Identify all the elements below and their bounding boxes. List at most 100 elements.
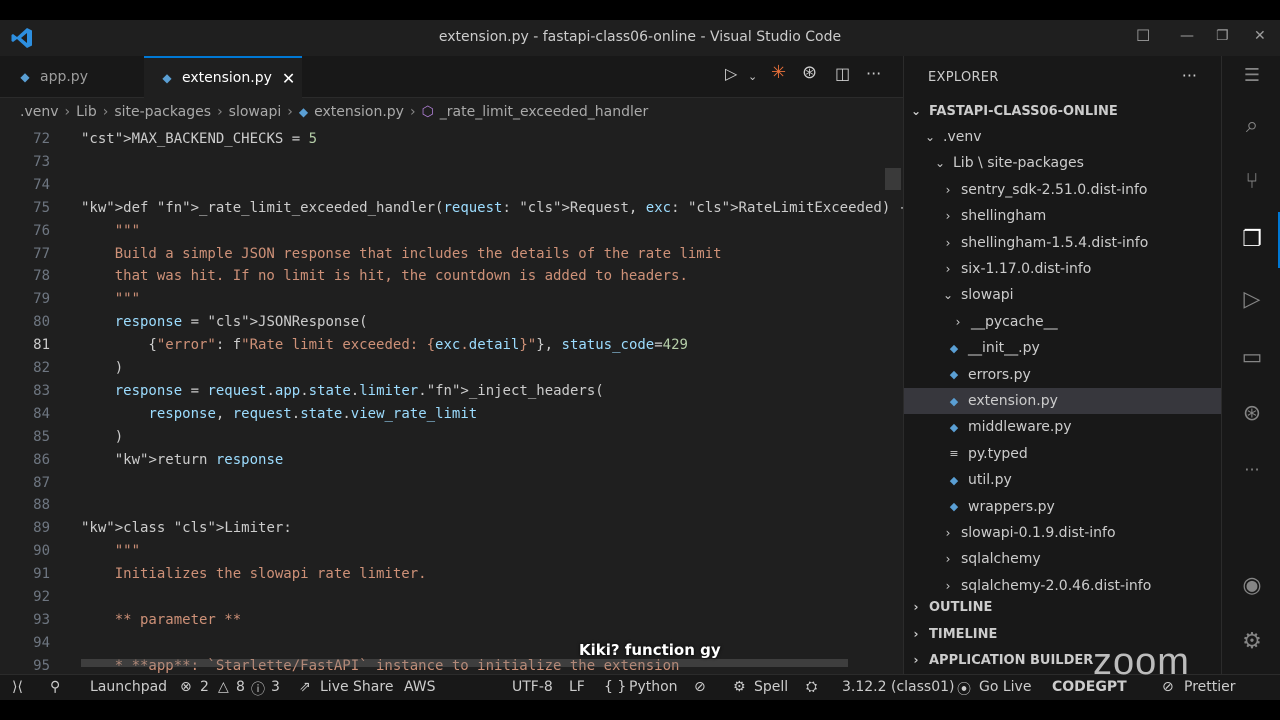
warning-icon[interactable]: △ (218, 679, 229, 695)
code-line[interactable]: 75 "kw">def "fn">_rate_limit_exceeded_han… (0, 197, 903, 219)
tree-folder[interactable]: ⌄ Lib \ site-packages (904, 150, 1221, 176)
code-line[interactable]: 82 ) (0, 357, 885, 379)
code-line[interactable]: 72 "cst">MAX_BACKEND_CHECKS = 5 (0, 128, 885, 150)
function-symbol-icon: ⬡ (421, 104, 434, 120)
source-control-icon[interactable]: ⑂ (1238, 168, 1266, 196)
section-outline[interactable]: › OUTLINE (904, 594, 1221, 620)
code-line[interactable]: 90 """ (0, 540, 885, 562)
explorer-more-icon[interactable]: ··· (1182, 66, 1197, 85)
aws-label[interactable]: AWS (404, 679, 436, 695)
info-count[interactable]: 3 (271, 679, 280, 695)
error-count[interactable]: 2 (200, 679, 209, 695)
horizontal-scrollbar[interactable] (81, 659, 848, 667)
more-actions-icon[interactable]: ··· (866, 64, 881, 83)
go-live-icon[interactable]: ⦿ (957, 679, 971, 699)
code-line[interactable]: 83 response = request.app.state.limiter.… (0, 380, 885, 402)
code-line[interactable]: 92 (0, 586, 885, 608)
breadcrumb-item[interactable]: Lib (76, 104, 97, 120)
code-line[interactable]: 77 Build a simple JSON response that inc… (0, 243, 885, 265)
tree-folder[interactable]: › sqlalchemy (904, 546, 1221, 572)
code-line[interactable]: 73 (0, 151, 885, 173)
code-line[interactable]: 74 (0, 174, 885, 196)
live-share-label[interactable]: Live Share (320, 679, 393, 695)
tree-folder[interactable]: › shellingham (904, 203, 1221, 229)
openai-icon[interactable]: ⊛ (802, 62, 817, 83)
run-icon[interactable]: ▷ (725, 64, 737, 83)
breadcrumb-item[interactable]: site-packages (114, 104, 211, 120)
go-live-label[interactable]: Go Live (979, 679, 1031, 695)
spell-label[interactable]: Spell (754, 679, 788, 695)
tree-file[interactable]: ◆ __init__.py (904, 335, 1221, 361)
language-label[interactable]: Python (629, 679, 678, 695)
tree-file[interactable]: ◆ util.py (904, 467, 1221, 493)
workspace-root[interactable]: ⌄ FASTAPI-CLASS06-ONLINE (904, 98, 1221, 124)
close-tab-icon[interactable]: ✕ (282, 69, 295, 88)
eol-label[interactable]: LF (569, 679, 585, 695)
breadcrumb-item[interactable]: slowapi (229, 104, 282, 120)
code-line[interactable]: 78 that was hit. If no limit is hit, the… (0, 265, 885, 287)
chatgpt-icon[interactable]: ⊛ (1238, 400, 1266, 428)
code-line[interactable]: 80 response = "cls">JSONResponse( (0, 311, 885, 333)
breadcrumb-item[interactable]: extension.py (314, 104, 404, 120)
code-line[interactable]: 87 (0, 472, 885, 494)
tree-folder[interactable]: › slowapi-0.1.9.dist-info (904, 520, 1221, 546)
code-line[interactable]: 88 (0, 494, 885, 516)
info-icon[interactable]: ⓘ (251, 679, 265, 699)
settings-gear-icon[interactable]: ⚙ (1238, 628, 1266, 656)
code-line[interactable]: 89 "kw">class "cls">Limiter: (0, 517, 885, 539)
split-editor-icon[interactable]: ◫ (835, 64, 850, 83)
code-line[interactable]: 76 """ (0, 220, 885, 242)
run-dropdown-chevron-icon[interactable]: ⌄ (748, 70, 757, 83)
tree-file[interactable]: ◆ errors.py (904, 362, 1221, 388)
scrollbar-thumb[interactable] (885, 168, 901, 190)
close-window-icon[interactable]: ✕ (1254, 28, 1266, 44)
remote-indicator-icon[interactable]: ⟩⟨ (12, 679, 23, 695)
code-line[interactable]: 94 (0, 632, 885, 654)
code-line[interactable]: 91 Initializes the slowapi rate limiter. (0, 563, 885, 585)
code-line[interactable]: 79 """ (0, 288, 885, 310)
code-line[interactable]: 93 ** parameter ** (0, 609, 885, 631)
tree-file[interactable]: ≡ py.typed (904, 441, 1221, 467)
minimize-icon[interactable]: — (1180, 28, 1194, 44)
explorer-sidebar: EXPLORER ··· ⌄ FASTAPI-CLASS06-ONLINE ⌄.… (903, 56, 1221, 674)
error-icon[interactable]: ⊗ (180, 679, 192, 695)
copilot-icon[interactable]: ⛭ (806, 679, 817, 695)
launchpad-icon[interactable]: ⚲ (50, 679, 60, 695)
python-interpreter-label[interactable]: 3.12.2 (class01) (842, 679, 954, 695)
live-share-icon[interactable]: ⇗ (299, 679, 311, 695)
tree-file[interactable]: ◆ middleware.py (904, 414, 1221, 440)
more-views-icon[interactable]: ··· (1238, 456, 1266, 484)
account-icon[interactable]: ◉ (1238, 572, 1266, 600)
menu-icon[interactable]: ☰ (1238, 62, 1266, 90)
code-line[interactable]: 84 response, request.state.view_rate_lim… (0, 403, 885, 425)
feedback-icon[interactable]: ☐ (1136, 26, 1150, 45)
spell-icon[interactable]: ⚙ (733, 679, 746, 695)
tree-folder[interactable]: › shellingham-1.5.4.dist-info (904, 230, 1221, 256)
tab-app-py[interactable]: ◆ app.py (0, 56, 144, 98)
code-editor[interactable]: 72 "cst">MAX_BACKEND_CHECKS = 5 73 74 75 "kw"… (0, 126, 903, 674)
claude-icon[interactable]: ✳ (771, 62, 786, 83)
tree-folder[interactable]: ⌄ slowapi (904, 282, 1221, 308)
code-line[interactable]: 85 ) (0, 426, 885, 448)
remote-explorer-icon[interactable]: ▭ (1238, 344, 1266, 372)
run-debug-icon[interactable]: ▷ (1238, 286, 1266, 314)
tree-folder[interactable]: ⌄ .venv (904, 124, 1221, 150)
prettier-label[interactable]: Prettier (1184, 679, 1236, 695)
tree-folder[interactable]: › sentry_sdk-2.51.0.dist-info (904, 177, 1221, 203)
launchpad-label[interactable]: Launchpad (90, 679, 167, 695)
tree-file[interactable]: ◆ extension.py (904, 388, 1221, 414)
breadcrumb-item[interactable]: _rate_limit_exceeded_handler (440, 104, 648, 120)
warning-count[interactable]: 8 (236, 679, 245, 695)
tab-extension-py[interactable]: ◆ extension.py ✕ (144, 56, 302, 98)
restore-icon[interactable]: ❐ (1216, 28, 1229, 44)
tree-folder[interactable]: › __pycache__ (904, 309, 1221, 335)
breadcrumb-item[interactable]: .venv (20, 104, 59, 120)
no-bell-icon[interactable]: ⊘ (694, 679, 706, 695)
tree-file[interactable]: ◆ wrappers.py (904, 494, 1221, 520)
code-line[interactable]: 81 {"error": f"Rate limit exceeded: {exc… (0, 334, 885, 356)
tree-folder[interactable]: › six-1.17.0.dist-info (904, 256, 1221, 282)
code-line[interactable]: 86 "kw">return response (0, 449, 885, 471)
explorer-files-icon[interactable]: ❐ (1238, 226, 1266, 254)
search-icon[interactable]: ⌕ (1238, 112, 1266, 140)
encoding-label[interactable]: UTF-8 (512, 679, 553, 695)
